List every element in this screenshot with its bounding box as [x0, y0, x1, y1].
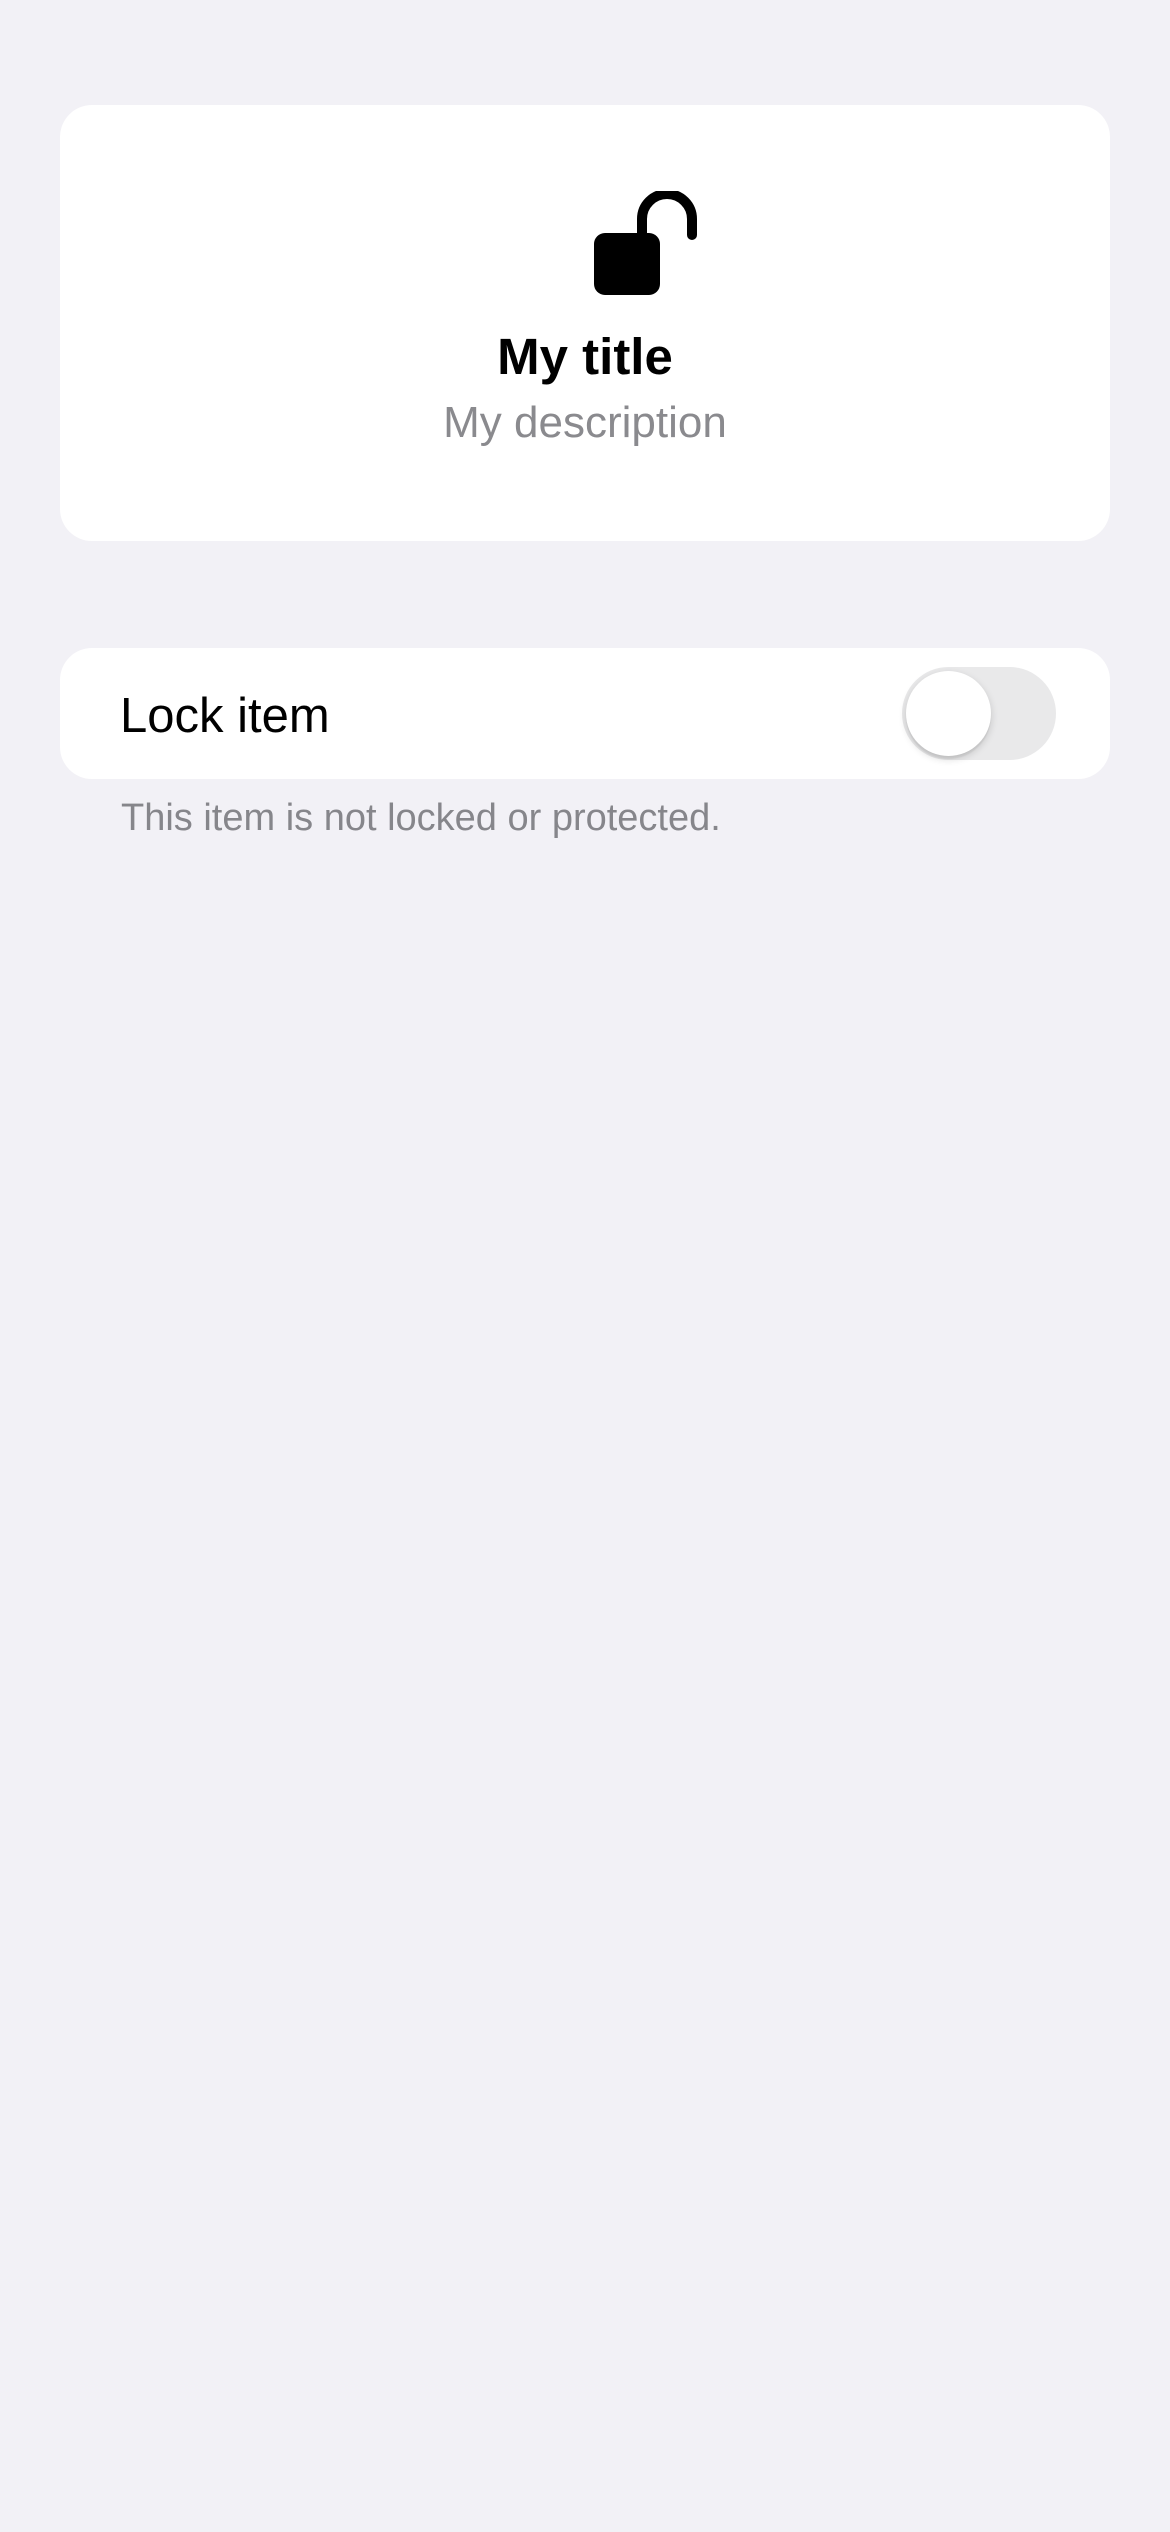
page-description: My description — [443, 398, 727, 447]
lock-item-toggle[interactable] — [902, 667, 1056, 760]
header-card: My title My description — [60, 105, 1110, 541]
lock-item-row[interactable]: Lock item — [60, 648, 1110, 779]
lock-status-footer: This item is not locked or protected. — [121, 797, 721, 839]
toggle-knob — [906, 671, 991, 756]
lock-item-label: Lock item — [120, 689, 330, 743]
page-title: My title — [497, 328, 673, 385]
lock-open-icon — [580, 189, 700, 311]
